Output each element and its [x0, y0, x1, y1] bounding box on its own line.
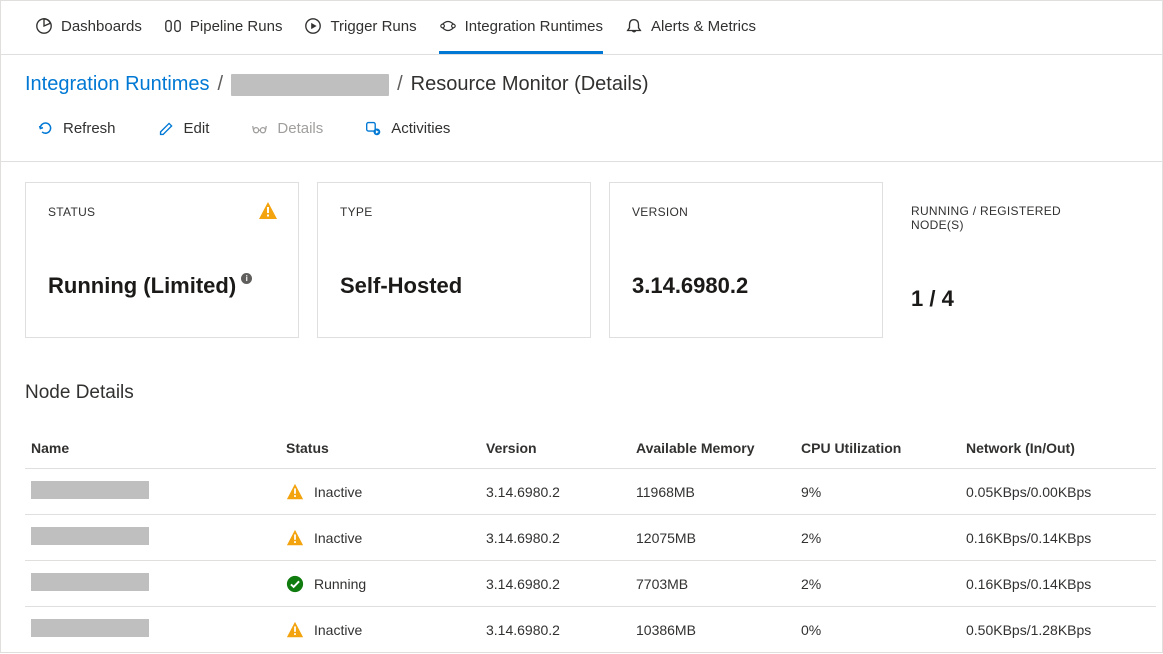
page-root: Dashboards Pipeline Runs Trigger Runs In…	[0, 0, 1163, 653]
refresh-button[interactable]: Refresh	[37, 120, 116, 137]
card-value: 3.14.6980.2	[632, 273, 860, 299]
card-label: STATUS	[48, 205, 276, 219]
warning-icon	[286, 483, 304, 501]
activities-button[interactable]: Activities	[365, 120, 450, 137]
bell-icon	[625, 17, 643, 35]
summary-cards: STATUS Running (Limited) i TYPE Self-Hos…	[1, 162, 1162, 338]
status-text: Inactive	[314, 622, 362, 638]
activities-icon	[365, 120, 382, 137]
cell-memory: 12075MB	[630, 515, 795, 561]
status-text: Inactive	[314, 484, 362, 500]
card-value: Running (Limited) i	[48, 273, 276, 299]
node-details-table: Name Status Version Available Memory CPU…	[25, 428, 1156, 652]
cell-version: 3.14.6980.2	[480, 561, 630, 607]
card-value: Self-Hosted	[340, 273, 568, 299]
cell-cpu: 2%	[795, 561, 960, 607]
toolbar: Refresh Edit Details Activities	[1, 96, 1162, 162]
cell-version: 3.14.6980.2	[480, 607, 630, 653]
warning-icon	[286, 621, 304, 639]
col-network[interactable]: Network (In/Out)	[960, 428, 1156, 469]
pipeline-icon	[164, 17, 182, 35]
refresh-icon	[37, 120, 54, 137]
edit-button[interactable]: Edit	[158, 120, 210, 137]
tab-integration-runtimes[interactable]: Integration Runtimes	[439, 1, 603, 54]
status-text: Running	[314, 576, 366, 592]
tab-label: Integration Runtimes	[465, 18, 603, 35]
col-status[interactable]: Status	[280, 428, 480, 469]
node-name-redacted	[31, 527, 149, 545]
col-name[interactable]: Name	[25, 428, 280, 469]
cell-network: 0.16KBps/0.14KBps	[960, 561, 1156, 607]
cell-cpu: 9%	[795, 469, 960, 515]
card-label: VERSION	[632, 205, 860, 219]
card-status: STATUS Running (Limited) i	[25, 182, 299, 338]
card-label: TYPE	[340, 205, 568, 219]
table-body: Inactive3.14.6980.211968MB9%0.05KBps/0.0…	[25, 469, 1156, 653]
breadcrumb-sep: /	[218, 73, 224, 96]
checkmark-icon	[286, 575, 304, 593]
cell-network: 0.16KBps/0.14KBps	[960, 515, 1156, 561]
section-title: Node Details	[1, 338, 1162, 414]
cell-version: 3.14.6980.2	[480, 515, 630, 561]
table-row[interactable]: Inactive 3.14.6980.211968MB9%0.05KBps/0.0…	[25, 469, 1156, 515]
play-circle-icon	[304, 17, 322, 35]
cell-memory: 11968MB	[630, 469, 795, 515]
tab-label: Alerts & Metrics	[651, 18, 756, 35]
table-row[interactable]: Inactive 3.14.6980.210386MB0%0.50KBps/1.2…	[25, 607, 1156, 653]
breadcrumb: Integration Runtimes / / Resource Monito…	[1, 55, 1162, 96]
pencil-icon	[158, 120, 175, 137]
warning-icon	[258, 201, 278, 221]
node-name-redacted	[31, 619, 149, 637]
card-version: VERSION 3.14.6980.2	[609, 182, 883, 338]
breadcrumb-current: Resource Monitor (Details)	[411, 73, 649, 96]
tab-trigger-runs[interactable]: Trigger Runs	[304, 1, 416, 54]
breadcrumb-ir-name-redacted[interactable]	[231, 74, 389, 96]
cell-network: 0.05KBps/0.00KBps	[960, 469, 1156, 515]
cell-cpu: 2%	[795, 515, 960, 561]
tab-pipeline-runs[interactable]: Pipeline Runs	[164, 1, 283, 54]
cell-memory: 10386MB	[630, 607, 795, 653]
breadcrumb-sep: /	[397, 73, 403, 96]
cell-cpu: 0%	[795, 607, 960, 653]
info-icon[interactable]: i	[241, 273, 252, 284]
table-row[interactable]: Inactive 3.14.6980.212075MB2%0.16KBps/0.1…	[25, 515, 1156, 561]
tab-label: Trigger Runs	[330, 18, 416, 35]
table-row[interactable]: Running 3.14.6980.27703MB2%0.16KBps/0.14K…	[25, 561, 1156, 607]
status-text: Inactive	[314, 530, 362, 546]
cell-memory: 7703MB	[630, 561, 795, 607]
col-memory[interactable]: Available Memory	[630, 428, 795, 469]
node-name-redacted	[31, 573, 149, 591]
card-label: RUNNING / REGISTERED NODE(S)	[911, 204, 1116, 232]
cell-version: 3.14.6980.2	[480, 469, 630, 515]
card-value: 1 / 4	[911, 286, 1116, 312]
col-cpu[interactable]: CPU Utilization	[795, 428, 960, 469]
connection-icon	[439, 17, 457, 35]
pie-icon	[35, 17, 53, 35]
details-button: Details	[251, 120, 323, 137]
cell-network: 0.50KBps/1.28KBps	[960, 607, 1156, 653]
button-label: Details	[277, 120, 323, 137]
card-nodes: RUNNING / REGISTERED NODE(S) 1 / 4	[901, 182, 1138, 338]
button-label: Edit	[184, 120, 210, 137]
card-type: TYPE Self-Hosted	[317, 182, 591, 338]
col-version[interactable]: Version	[480, 428, 630, 469]
breadcrumb-root-link[interactable]: Integration Runtimes	[25, 73, 210, 96]
button-label: Refresh	[63, 120, 116, 137]
button-label: Activities	[391, 120, 450, 137]
tab-label: Dashboards	[61, 18, 142, 35]
warning-icon	[286, 529, 304, 547]
top-tabbar: Dashboards Pipeline Runs Trigger Runs In…	[1, 1, 1162, 55]
tab-dashboards[interactable]: Dashboards	[35, 1, 142, 54]
status-text: Running (Limited)	[48, 273, 236, 299]
tab-label: Pipeline Runs	[190, 18, 283, 35]
glasses-icon	[251, 120, 268, 137]
node-name-redacted	[31, 481, 149, 499]
tab-alerts-metrics[interactable]: Alerts & Metrics	[625, 1, 756, 54]
